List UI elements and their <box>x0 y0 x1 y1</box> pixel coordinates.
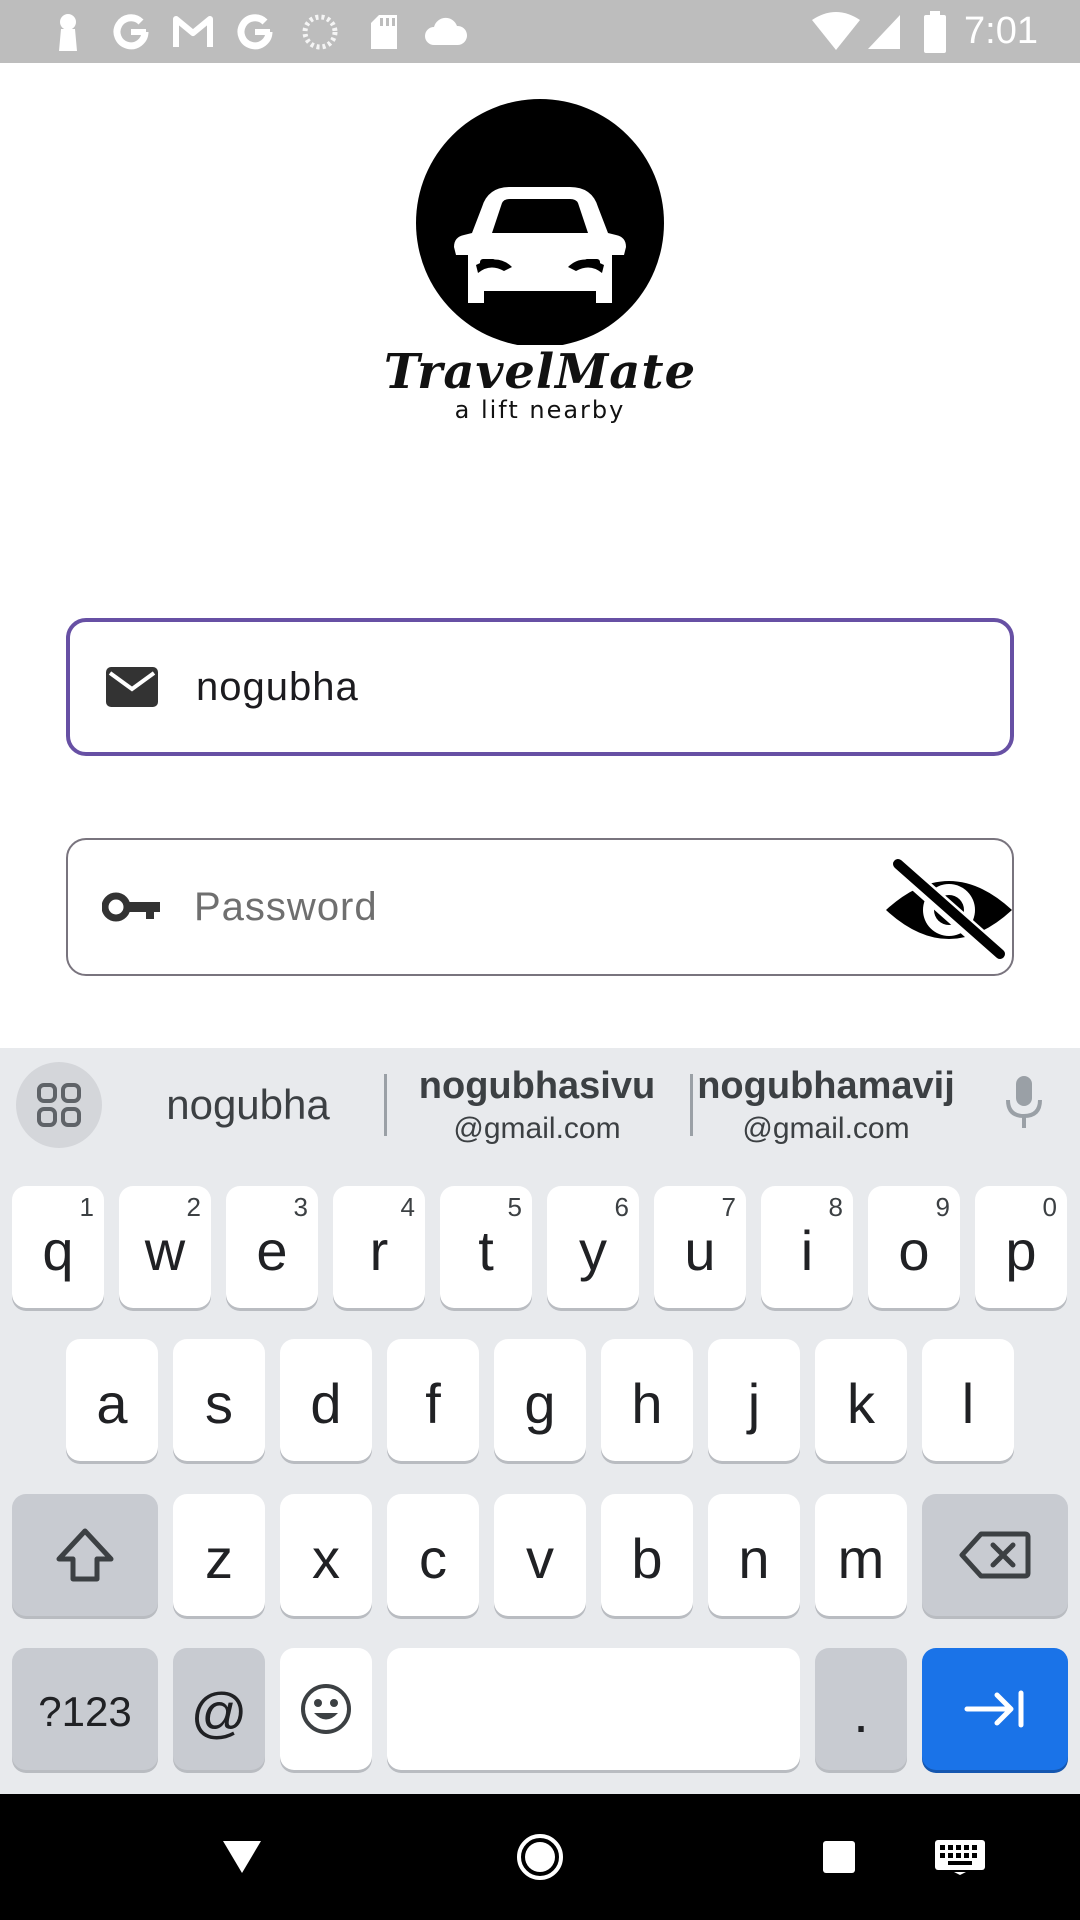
emoji-key[interactable] <box>280 1648 372 1770</box>
key-a[interactable]: a <box>66 1339 158 1461</box>
google-icon <box>108 0 154 63</box>
key-o[interactable]: 9o <box>868 1186 960 1308</box>
key-g[interactable]: g <box>494 1339 586 1461</box>
loading-icon <box>298 0 342 63</box>
suggestion-divider <box>690 1074 693 1136</box>
key-s[interactable]: s <box>173 1339 265 1461</box>
backspace-icon <box>959 1531 1031 1579</box>
email-field[interactable]: nogubha <box>66 618 1014 756</box>
key-j[interactable]: j <box>708 1339 800 1461</box>
gmail-icon <box>170 0 216 63</box>
wifi-icon <box>808 0 864 63</box>
at-key[interactable]: @ <box>173 1648 265 1770</box>
key-icon <box>102 840 162 974</box>
key-k[interactable]: k <box>815 1339 907 1461</box>
battery-icon <box>920 0 950 63</box>
key-u[interactable]: 7u <box>654 1186 746 1308</box>
suggestion-divider <box>384 1074 387 1136</box>
space-key[interactable] <box>387 1648 800 1770</box>
recents-icon[interactable] <box>818 1794 860 1920</box>
key-e[interactable]: 3e <box>226 1186 318 1308</box>
email-input-value[interactable]: nogubha <box>196 622 359 752</box>
key-t[interactable]: 5t <box>440 1186 532 1308</box>
key-l[interactable]: l <box>922 1339 1014 1461</box>
tab-arrow-icon <box>964 1690 1024 1728</box>
google-icon <box>232 0 278 63</box>
key-y[interactable]: 6y <box>547 1186 639 1308</box>
key-f[interactable]: f <box>387 1339 479 1461</box>
backspace-key[interactable] <box>922 1494 1068 1616</box>
suggestion-2[interactable]: nogubhasivu @gmail.com <box>396 1048 678 1162</box>
key-n[interactable]: n <box>708 1494 800 1616</box>
keyboard-switch-icon[interactable] <box>932 1794 988 1920</box>
microphone-icon[interactable] <box>1004 1074 1044 1137</box>
key-v[interactable]: v <box>494 1494 586 1616</box>
period-key[interactable]: . <box>815 1648 907 1770</box>
key-m[interactable]: m <box>815 1494 907 1616</box>
soft-keyboard: nogubha nogubhasivu @gmail.com nogubhama… <box>0 1048 1080 1794</box>
status-bar: 7:01 <box>0 0 1080 63</box>
key-r[interactable]: 4r <box>333 1186 425 1308</box>
password-placeholder[interactable]: Password <box>194 840 378 974</box>
key-h[interactable]: h <box>601 1339 693 1461</box>
signal-icon <box>864 0 904 63</box>
keyboard-apps-button[interactable] <box>16 1062 102 1148</box>
symbols-key[interactable]: ?123 <box>12 1648 158 1770</box>
visibility-off-icon[interactable] <box>882 855 1016 967</box>
key-x[interactable]: x <box>280 1494 372 1616</box>
home-icon[interactable] <box>510 1794 570 1920</box>
key-z[interactable]: z <box>173 1494 265 1616</box>
suggestion-strip: nogubha nogubhasivu @gmail.com nogubhama… <box>0 1048 1080 1162</box>
suggestion-1[interactable]: nogubha <box>124 1048 372 1162</box>
key-q[interactable]: 1q <box>12 1186 104 1308</box>
suggestion-3[interactable]: nogubhamavij @gmail.com <box>697 1048 955 1162</box>
key-w[interactable]: 2w <box>119 1186 211 1308</box>
grid-icon <box>37 1083 81 1127</box>
status-time: 7:01 <box>964 10 1038 52</box>
sd-card-icon <box>366 0 402 63</box>
key-c[interactable]: c <box>387 1494 479 1616</box>
back-icon[interactable] <box>212 1794 272 1920</box>
next-field-key[interactable] <box>922 1648 1068 1770</box>
keyhole-icon <box>50 0 86 63</box>
shift-icon <box>56 1528 114 1582</box>
brand-tagline: a lift nearby <box>454 396 626 424</box>
cloud-icon <box>422 0 470 63</box>
key-i[interactable]: 8i <box>761 1186 853 1308</box>
navigation-bar <box>0 1794 1080 1920</box>
key-p[interactable]: 0p <box>975 1186 1067 1308</box>
shift-key[interactable] <box>12 1494 158 1616</box>
key-b[interactable]: b <box>601 1494 693 1616</box>
key-d[interactable]: d <box>280 1339 372 1461</box>
password-field[interactable]: Password <box>66 838 1014 976</box>
emoji-icon <box>301 1684 351 1734</box>
brand-name: TravelMate <box>383 344 697 400</box>
mail-icon <box>104 622 160 752</box>
